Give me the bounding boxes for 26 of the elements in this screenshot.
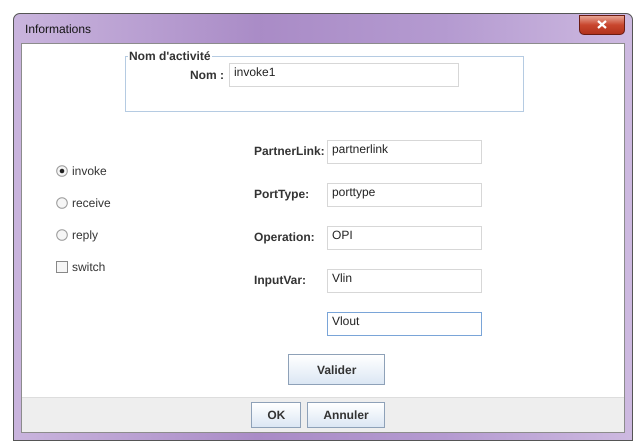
name-label: Nom : bbox=[190, 68, 224, 82]
radio-button[interactable] bbox=[56, 196, 68, 208]
option-label: receive bbox=[72, 196, 111, 210]
field-label: Operation: bbox=[254, 229, 316, 244]
option-label: switch bbox=[72, 260, 106, 274]
input-field[interactable]: partnerlink bbox=[327, 140, 482, 164]
close-button[interactable] bbox=[579, 14, 625, 34]
window-title: Informations bbox=[24, 22, 92, 36]
field-label: PartnerLink: bbox=[254, 143, 326, 158]
radio-button[interactable] bbox=[56, 228, 68, 240]
input-field[interactable]: Vlout bbox=[327, 312, 482, 336]
name-field[interactable]: invoke1 bbox=[229, 63, 459, 87]
group-title: Nom d'activité bbox=[128, 49, 212, 63]
field-label: InputVar: bbox=[254, 272, 308, 287]
option-label: invoke bbox=[72, 164, 107, 178]
checkbox[interactable] bbox=[56, 260, 68, 272]
field-label: PortType: bbox=[254, 186, 310, 201]
validate-button[interactable]: Valider bbox=[288, 354, 386, 385]
dialog-button[interactable]: Annuler bbox=[307, 402, 385, 428]
dialog-button[interactable]: OK bbox=[251, 402, 302, 428]
close-icon bbox=[597, 20, 607, 29]
option-label: reply bbox=[72, 228, 98, 242]
input-field[interactable]: porttype bbox=[327, 183, 482, 207]
input-field[interactable]: OPI bbox=[327, 226, 482, 250]
input-field[interactable]: Vlin bbox=[327, 269, 482, 293]
radio-button[interactable] bbox=[56, 164, 68, 176]
